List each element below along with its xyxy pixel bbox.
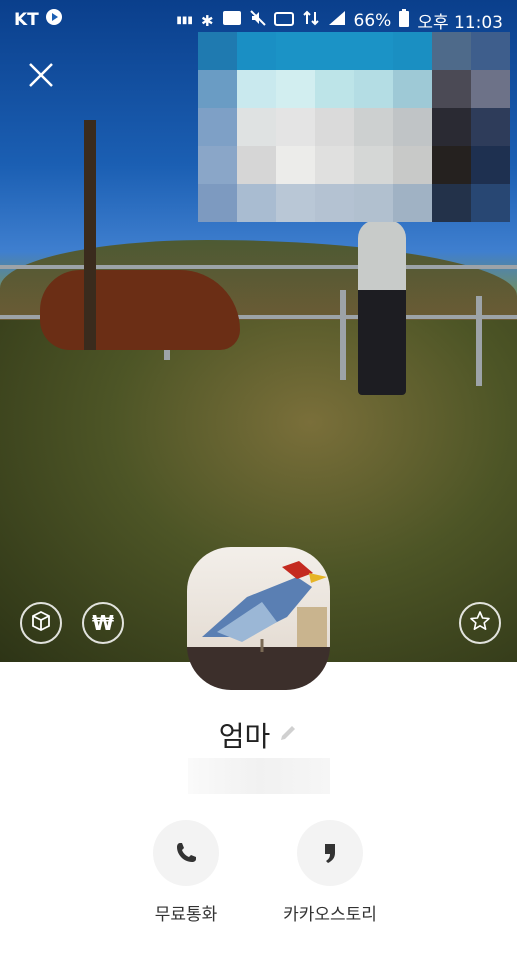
mosaic-cell xyxy=(354,32,393,70)
horse-figure xyxy=(40,270,240,350)
mosaic-cell xyxy=(276,32,315,70)
mosaic-cell xyxy=(198,70,237,108)
mosaic-cell xyxy=(237,70,276,108)
mosaic-cell xyxy=(276,184,315,222)
mosaic-cell xyxy=(198,108,237,146)
clock: 오후 11:03 xyxy=(417,13,503,33)
status-bar: KT ▮▮▮ ✱ 66% 오후 11:03 xyxy=(0,0,517,36)
fence-rail xyxy=(0,265,517,269)
status-message xyxy=(188,758,330,794)
play-icon xyxy=(45,8,63,31)
mosaic-cell xyxy=(237,32,276,70)
mosaic-cell xyxy=(315,108,354,146)
lte-icon xyxy=(302,9,320,32)
mosaic-cell xyxy=(354,108,393,146)
profile-panel xyxy=(0,662,517,960)
mosaic-cell xyxy=(315,184,354,222)
pencil-icon[interactable] xyxy=(278,723,298,747)
mosaic-cell xyxy=(471,70,510,108)
name-row: 엄마 xyxy=(0,715,517,755)
mosaic-cell xyxy=(237,184,276,222)
hifi-icon: ▮▮▮ xyxy=(176,15,193,26)
mosaic-cell xyxy=(432,108,471,146)
free-call-label: 무료통화 xyxy=(154,905,218,925)
mosaic-cell xyxy=(315,32,354,70)
mosaic-cell xyxy=(237,108,276,146)
pixelated-area xyxy=(198,32,510,222)
mosaic-cell xyxy=(315,146,354,184)
favorite-button[interactable] xyxy=(459,602,501,644)
pay-button[interactable]: ₩ xyxy=(82,602,124,644)
mosaic-cell xyxy=(471,108,510,146)
mosaic-cell xyxy=(276,108,315,146)
mosaic-cell xyxy=(354,184,393,222)
mosaic-cell xyxy=(471,146,510,184)
mosaic-cell xyxy=(276,70,315,108)
free-call-button[interactable]: 무료통화 xyxy=(121,820,251,925)
gift-button[interactable] xyxy=(20,602,62,644)
mosaic-cell xyxy=(393,184,432,222)
mosaic-cell xyxy=(393,70,432,108)
mosaic-cell xyxy=(393,32,432,70)
mosaic-cell xyxy=(393,108,432,146)
battery-percent: 66% xyxy=(353,10,392,31)
tree-trunk xyxy=(84,120,96,350)
kakaostory-label: 카카오스토리 xyxy=(283,905,377,925)
person-figure xyxy=(358,220,406,395)
nfc-icon xyxy=(222,10,242,31)
mosaic-cell xyxy=(276,146,315,184)
won-icon: ₩ xyxy=(91,611,115,635)
mosaic-cell xyxy=(198,146,237,184)
carrier-label: KT xyxy=(14,9,39,30)
mosaic-cell xyxy=(432,70,471,108)
mosaic-cell xyxy=(432,184,471,222)
mosaic-cell xyxy=(354,70,393,108)
profile-name: 엄마 xyxy=(218,720,271,753)
mosaic-cell xyxy=(198,32,237,70)
mosaic-cell xyxy=(315,70,354,108)
bluetooth-icon: ✱ xyxy=(200,11,214,30)
signal-icon xyxy=(328,10,346,31)
fence-post xyxy=(476,296,482,386)
mosaic-cell xyxy=(393,146,432,184)
phone-icon xyxy=(153,820,219,886)
kakaostory-icon xyxy=(297,820,363,886)
mosaic-cell xyxy=(432,146,471,184)
kakaostory-button[interactable]: 카카오스토리 xyxy=(265,820,395,925)
mosaic-cell xyxy=(471,32,510,70)
avatar[interactable] xyxy=(187,547,330,690)
fence-post xyxy=(340,290,346,380)
mute-icon xyxy=(249,10,266,31)
mosaic-cell xyxy=(354,146,393,184)
close-icon[interactable] xyxy=(24,58,58,92)
star-icon xyxy=(469,610,491,636)
mosaic-cell xyxy=(237,146,276,184)
gift-icon xyxy=(30,610,52,636)
hd-icon xyxy=(273,11,294,31)
mosaic-cell xyxy=(198,184,237,222)
battery-icon xyxy=(399,9,410,32)
mosaic-cell xyxy=(432,32,471,70)
mosaic-cell xyxy=(471,184,510,222)
